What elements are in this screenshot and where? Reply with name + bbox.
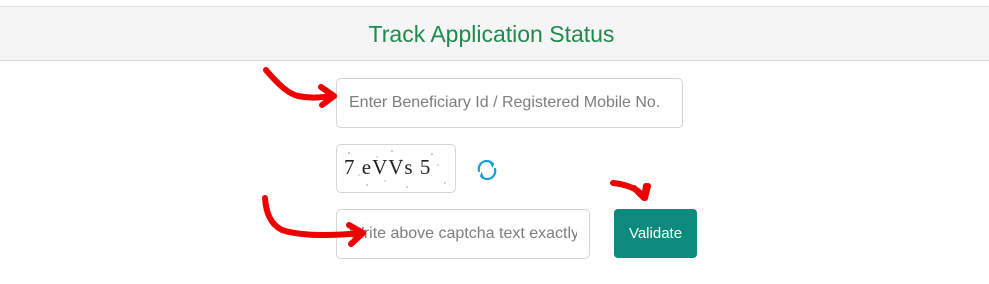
page-title: Track Application Status bbox=[368, 21, 615, 47]
refresh-captcha-button[interactable] bbox=[472, 155, 502, 185]
validate-button[interactable]: Validate bbox=[614, 209, 697, 258]
captcha-text: 7 eVVs 5 bbox=[344, 155, 432, 179]
captcha-image: 7 eVVs 5 bbox=[336, 144, 456, 193]
header-bar: Track Application Status bbox=[0, 6, 989, 61]
captcha-input[interactable] bbox=[336, 209, 590, 259]
beneficiary-id-input[interactable] bbox=[336, 78, 683, 128]
arrow-to-validate-button bbox=[610, 180, 644, 197]
arrow-head-validate bbox=[631, 183, 651, 201]
arrow-head-beneficiary bbox=[318, 84, 337, 108]
track-application-page: Track Application Status 7 eVVs 5 Valida… bbox=[0, 0, 989, 284]
refresh-icon bbox=[477, 159, 497, 181]
arrow-to-beneficiary-input bbox=[263, 67, 336, 101]
